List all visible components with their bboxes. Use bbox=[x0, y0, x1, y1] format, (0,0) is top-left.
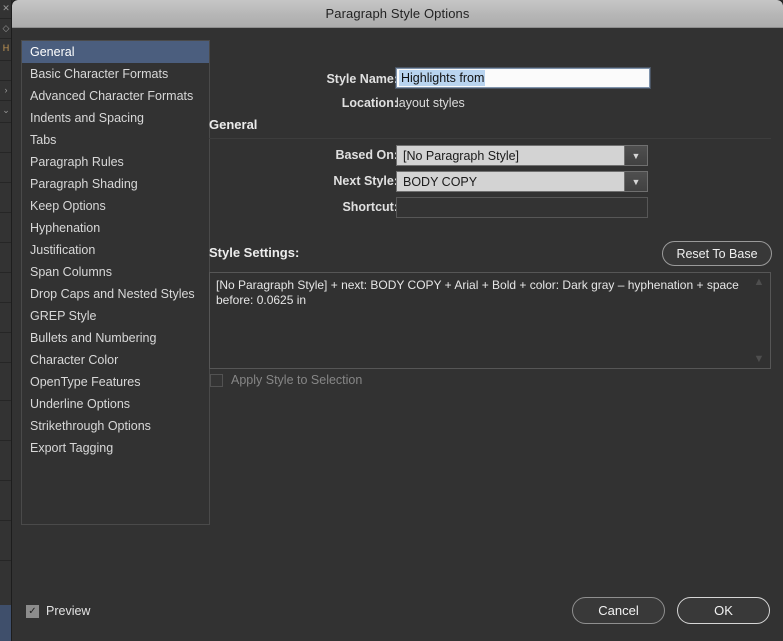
sidebar-item[interactable]: Character Color bbox=[22, 349, 209, 371]
chevron-right-icon[interactable]: › bbox=[0, 84, 12, 97]
sidebar-item[interactable]: Keep Options bbox=[22, 195, 209, 217]
sidebar-item[interactable]: Indents and Spacing bbox=[22, 107, 209, 129]
based-on-dropdown[interactable]: [No Paragraph Style] ▼ bbox=[396, 145, 648, 166]
rail-divider bbox=[0, 60, 12, 61]
sidebar-item[interactable]: Export Tagging bbox=[22, 437, 209, 459]
sidebar-item[interactable]: Bullets and Numbering bbox=[22, 327, 209, 349]
style-settings-text: [No Paragraph Style] + next: BODY COPY +… bbox=[216, 278, 739, 307]
preview-label: Preview bbox=[46, 604, 91, 618]
rail-divider bbox=[0, 18, 12, 19]
sidebar-item[interactable]: Underline Options bbox=[22, 393, 209, 415]
rail-divider bbox=[0, 520, 12, 521]
paragraph-style-options-dialog: Paragraph Style Options General Basic Cha… bbox=[12, 0, 783, 641]
rail-divider bbox=[0, 480, 12, 481]
next-style-dropdown[interactable]: BODY COPY ▼ bbox=[396, 171, 648, 192]
sidebar-item[interactable]: Hyphenation bbox=[22, 217, 209, 239]
rail-divider bbox=[0, 362, 12, 363]
apply-style-label: Apply Style to Selection bbox=[231, 373, 363, 387]
dialog-title: Paragraph Style Options bbox=[325, 6, 470, 21]
shortcut-input[interactable] bbox=[396, 197, 648, 218]
sidebar-item[interactable]: Basic Character Formats bbox=[22, 63, 209, 85]
rail-divider bbox=[0, 80, 12, 81]
apply-style-to-selection-row[interactable]: Apply Style to Selection bbox=[210, 373, 362, 387]
shortcut-label: Shortcut: bbox=[342, 200, 398, 214]
style-settings-label: Style Settings: bbox=[209, 245, 300, 260]
sidebar-item[interactable]: Justification bbox=[22, 239, 209, 261]
rail-divider bbox=[0, 400, 12, 401]
rail-divider bbox=[0, 272, 12, 273]
rail-divider bbox=[0, 560, 12, 561]
rail-divider bbox=[0, 122, 12, 123]
style-settings-box[interactable]: [No Paragraph Style] + next: BODY COPY +… bbox=[209, 272, 771, 369]
chevron-down-icon[interactable]: ⌄ bbox=[0, 104, 12, 117]
style-name-value: Highlights from bbox=[399, 70, 486, 86]
sidebar-item[interactable]: Strikethrough Options bbox=[22, 415, 209, 437]
sidebar-item[interactable]: Tabs bbox=[22, 129, 209, 151]
sidebar-item[interactable]: Drop Caps and Nested Styles bbox=[22, 283, 209, 305]
rail-divider bbox=[0, 242, 12, 243]
sidebar-item[interactable]: Advanced Character Formats bbox=[22, 85, 209, 107]
preview-checkbox[interactable]: ✓ bbox=[26, 604, 39, 618]
location-label: Location: bbox=[341, 96, 398, 110]
reset-to-base-button[interactable]: Reset To Base bbox=[662, 241, 772, 266]
chevron-down-icon[interactable]: ▼ bbox=[624, 146, 647, 165]
chevron-up-icon[interactable]: ▲ bbox=[752, 277, 766, 288]
sidebar-item[interactable]: Span Columns bbox=[22, 261, 209, 283]
preview-row[interactable]: ✓ Preview bbox=[26, 604, 90, 618]
apply-style-checkbox[interactable] bbox=[210, 373, 223, 387]
options-category-list[interactable]: General Basic Character Formats Advanced C… bbox=[21, 40, 210, 525]
rail-divider bbox=[0, 440, 12, 441]
rail-divider bbox=[0, 100, 12, 101]
sidebar-item[interactable]: OpenType Features bbox=[22, 371, 209, 393]
rail-divider bbox=[0, 302, 12, 303]
based-on-label: Based On: bbox=[335, 148, 398, 162]
next-style-value: BODY COPY bbox=[403, 174, 478, 189]
section-divider bbox=[209, 138, 771, 139]
rail-divider bbox=[0, 152, 12, 153]
h-icon[interactable]: H bbox=[0, 42, 12, 55]
location-value: layout styles bbox=[396, 96, 465, 110]
style-name-label: Style Name: bbox=[326, 72, 398, 86]
app-left-toolbar: ✕ ◇ H › ⌄ bbox=[0, 0, 12, 641]
close-icon[interactable]: ✕ bbox=[0, 2, 12, 15]
next-style-label: Next Style: bbox=[333, 174, 398, 188]
based-on-value: [No Paragraph Style] bbox=[403, 148, 520, 163]
rail-divider bbox=[0, 212, 12, 213]
rail-divider bbox=[0, 182, 12, 183]
ok-button[interactable]: OK bbox=[677, 597, 770, 624]
sidebar-item[interactable]: Paragraph Shading bbox=[22, 173, 209, 195]
dialog-titlebar: Paragraph Style Options bbox=[12, 0, 783, 28]
sidebar-item[interactable]: GREP Style bbox=[22, 305, 209, 327]
style-name-input[interactable]: Highlights from bbox=[396, 68, 650, 88]
sidebar-item[interactable]: General bbox=[22, 41, 209, 63]
chevron-down-icon[interactable]: ▼ bbox=[624, 172, 647, 191]
rail-active-indicator bbox=[0, 605, 12, 641]
dialog-body: General Basic Character Formats Advanced C… bbox=[12, 28, 783, 641]
cancel-button[interactable]: Cancel bbox=[572, 597, 665, 624]
general-section-header: General bbox=[209, 117, 258, 132]
rail-divider bbox=[0, 38, 12, 39]
chevron-down-icon[interactable]: ▼ bbox=[752, 354, 766, 365]
rail-divider bbox=[0, 332, 12, 333]
diamond-icon[interactable]: ◇ bbox=[0, 22, 12, 35]
sidebar-item[interactable]: Paragraph Rules bbox=[22, 151, 209, 173]
